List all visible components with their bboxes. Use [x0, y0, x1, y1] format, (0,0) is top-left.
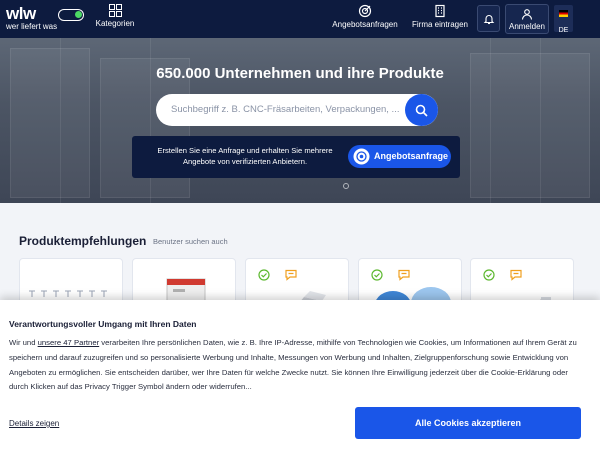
search-icon	[415, 104, 428, 117]
promo-text: Erstellen Sie eine Anfrage und erhalten …	[157, 146, 333, 166]
target-icon	[353, 148, 370, 165]
nav-register-company[interactable]: Firma eintragen	[410, 4, 470, 34]
top-header: wlw wer liefert was Kategorien Angebotsa…	[0, 0, 600, 38]
bell-icon	[483, 15, 495, 25]
hero-background-line	[490, 38, 491, 203]
nav-requests[interactable]: Angebotsanfragen	[331, 4, 399, 34]
language-selector[interactable]: DE	[554, 5, 573, 34]
cookie-text: Wir und unsere 47 Partner verarbeiten Ih…	[9, 336, 584, 395]
notifications-button[interactable]	[477, 5, 500, 32]
request-quote-button[interactable]: Angebotsanfrage	[348, 145, 451, 168]
hero-background-line	[60, 38, 61, 203]
search-button[interactable]	[405, 94, 438, 126]
request-promo-box: Erstellen Sie eine Anfrage und erhalten …	[132, 136, 460, 178]
partners-link[interactable]: unsere 47 Partner	[38, 338, 100, 347]
logo-text: wlw	[6, 4, 36, 23]
wlw-logo[interactable]: wlw wer liefert was	[6, 4, 84, 34]
search-bar[interactable]: Suchbegriff z. B. CNC-Fräsarbeiten, Verp…	[156, 94, 438, 126]
language-code: DE	[558, 27, 569, 34]
target-icon	[358, 4, 372, 18]
user-icon	[521, 9, 533, 20]
search-input[interactable]: Suchbegriff z. B. CNC-Fräsarbeiten, Verp…	[171, 104, 399, 115]
cookie-text-start: Wir und	[9, 338, 38, 347]
cookie-consent-banner: Verantwortungsvoller Umgang mit Ihren Da…	[0, 300, 600, 450]
logo-subtitle: wer liefert was	[6, 22, 58, 31]
grid-icon	[108, 4, 122, 17]
cookie-title: Verantwortungsvoller Umgang mit Ihren Da…	[9, 319, 197, 329]
hero-background-line	[150, 38, 151, 203]
section-title: Produktempfehlungen	[19, 234, 147, 248]
carousel-dot[interactable]	[343, 183, 349, 189]
accept-all-cookies-button[interactable]: Alle Cookies akzeptieren	[355, 407, 581, 439]
request-quote-label: Angebotsanfrage	[374, 151, 449, 161]
register-label: Firma eintragen	[411, 20, 469, 29]
german-flag-icon	[559, 10, 568, 17]
categories-label: Kategorien	[95, 19, 135, 28]
categories-menu[interactable]: Kategorien	[94, 4, 136, 34]
login-button[interactable]: Anmelden	[505, 4, 549, 34]
requests-label: Angebotsanfragen	[332, 20, 398, 29]
logo-toggle-icon	[58, 9, 84, 21]
building-icon	[435, 4, 445, 18]
hero-background-line	[540, 38, 541, 203]
details-link[interactable]: Details zeigen	[9, 419, 59, 428]
hero-title: 650.000 Unternehmen und ihre Produkte	[156, 65, 444, 82]
hero-banner: 650.000 Unternehmen und ihre Produkte Su…	[0, 38, 600, 203]
section-subtitle: Benutzer suchen auch	[153, 237, 228, 246]
login-label: Anmelden	[508, 22, 546, 31]
